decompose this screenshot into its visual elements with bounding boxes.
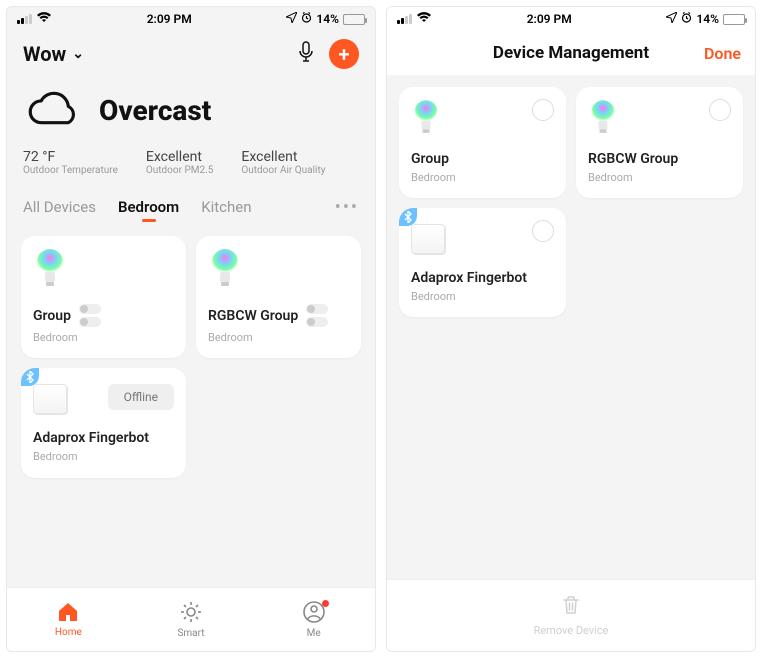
nav-home[interactable]: Home [7, 588, 130, 651]
device-room: Bedroom [588, 171, 731, 184]
device-card-group[interactable]: Group Bedroom [21, 236, 186, 358]
cloud-icon [23, 89, 81, 131]
tabs-more-button[interactable]: ••• [335, 197, 359, 218]
bulb-icon [411, 99, 441, 135]
nav-me[interactable]: Me [252, 588, 375, 651]
tab-all-devices[interactable]: All Devices [23, 190, 96, 224]
microphone-button[interactable] [297, 41, 315, 68]
smart-icon [180, 601, 202, 626]
chevron-down-icon: ⌄ [72, 46, 84, 62]
management-header: Device Management Done [387, 31, 755, 75]
mgmt-card-fingerbot[interactable]: Adaprox Fingerbot Bedroom [399, 208, 566, 317]
alarm-icon [301, 12, 312, 26]
home-icon [57, 602, 79, 625]
done-button[interactable]: Done [704, 44, 741, 63]
battery-pct: 14% [316, 12, 339, 26]
group-toggles-icon[interactable] [306, 304, 328, 327]
select-checkbox[interactable] [532, 220, 554, 242]
status-bar: 2:09 PM 14% [387, 7, 755, 31]
metric-pm25[interactable]: Excellent Outdoor PM2.5 [146, 149, 214, 176]
add-button[interactable]: + [329, 39, 359, 69]
device-room: Bedroom [208, 331, 349, 344]
device-room: Bedroom [33, 331, 174, 344]
tab-bedroom[interactable]: Bedroom [118, 190, 179, 224]
device-name: RGBCW Group [588, 151, 731, 167]
signal-icon [397, 14, 412, 24]
device-card-fingerbot[interactable]: Offline Adaprox Fingerbot Bedroom [21, 368, 186, 478]
bulb-icon [208, 248, 242, 288]
bulb-icon [588, 99, 618, 135]
remove-device-button[interactable]: Remove Device [387, 579, 755, 651]
weather-panel[interactable]: Overcast [23, 69, 359, 139]
notification-dot-icon [322, 600, 329, 607]
bottom-nav: Home Smart Me [7, 587, 375, 651]
select-checkbox[interactable] [532, 99, 554, 121]
home-screen: 2:09 PM 14% Wow ⌄ + [6, 6, 376, 652]
wifi-icon [416, 11, 432, 27]
location-icon [666, 12, 677, 26]
mgmt-card-rgbcw-group[interactable]: RGBCW Group Bedroom [576, 87, 743, 198]
remove-device-label: Remove Device [534, 624, 609, 637]
fingerbot-icon [33, 384, 67, 414]
device-name: RGBCW Group [208, 308, 298, 324]
device-name: Adaprox Fingerbot [411, 270, 554, 286]
fingerbot-icon [411, 224, 445, 254]
group-toggles-icon[interactable] [79, 304, 101, 327]
weather-condition: Overcast [99, 94, 211, 127]
metric-temperature[interactable]: 72 °F Outdoor Temperature [23, 149, 118, 176]
home-selector[interactable]: Wow ⌄ [23, 42, 84, 66]
device-name: Group [33, 308, 71, 324]
weather-metrics: 72 °F Outdoor Temperature Excellent Outd… [23, 139, 359, 190]
home-name: Wow [23, 42, 66, 66]
device-room: Bedroom [411, 290, 554, 303]
alarm-icon [681, 12, 692, 26]
device-name: Adaprox Fingerbot [33, 430, 174, 446]
trash-icon [562, 595, 580, 620]
wifi-icon [36, 11, 52, 27]
offline-badge: Offline [108, 384, 174, 410]
device-room: Bedroom [411, 171, 554, 184]
battery-pct: 14% [696, 12, 719, 26]
mgmt-card-group[interactable]: Group Bedroom [399, 87, 566, 198]
metric-air-quality[interactable]: Excellent Outdoor Air Quality [241, 149, 325, 176]
device-card-rgbcw-group[interactable]: RGBCW Group Bedroom [196, 236, 361, 358]
status-bar: 2:09 PM 14% [7, 7, 375, 31]
select-checkbox[interactable] [709, 99, 731, 121]
me-icon [303, 601, 325, 626]
status-time: 2:09 PM [432, 12, 666, 26]
room-tabs: All Devices Bedroom Kitchen ••• [7, 190, 375, 224]
location-icon [286, 12, 297, 26]
device-room: Bedroom [33, 450, 174, 463]
nav-smart[interactable]: Smart [130, 588, 253, 651]
battery-icon [343, 14, 365, 25]
page-title: Device Management [493, 43, 649, 63]
tab-kitchen[interactable]: Kitchen [201, 190, 251, 224]
signal-icon [17, 14, 32, 24]
bulb-icon [33, 248, 67, 288]
status-time: 2:09 PM [52, 12, 286, 26]
device-name: Group [411, 151, 554, 167]
battery-icon [723, 14, 745, 25]
device-management-screen: 2:09 PM 14% Device Management Done [386, 6, 756, 652]
